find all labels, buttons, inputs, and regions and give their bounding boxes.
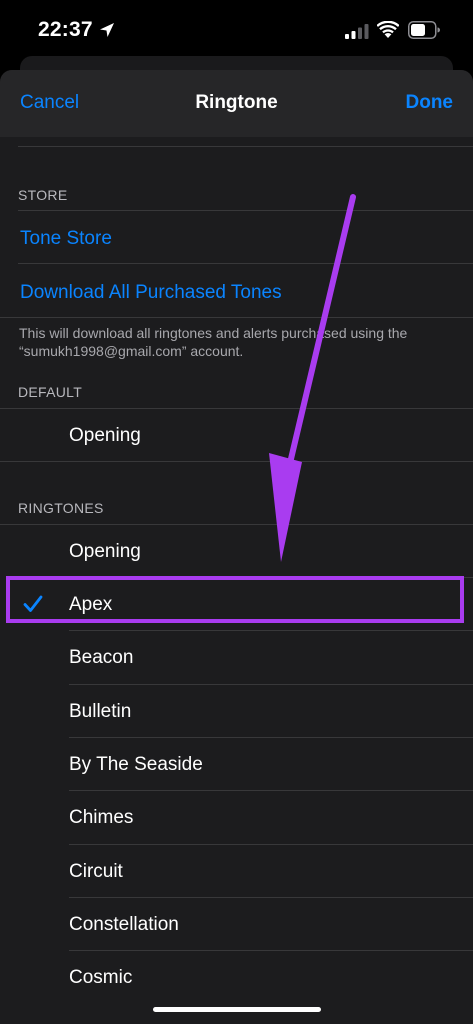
tone-label: Opening [69,541,141,562]
divider [18,146,473,147]
tone-store-link[interactable]: Tone Store [20,228,112,250]
store-footnote: This will download all ringtones and ale… [19,325,408,359]
ringtone-row-chimes[interactable]: Chimes [0,791,473,844]
tone-label: Circuit [69,861,123,882]
ringtone-row-opening[interactable]: Opening [0,525,473,578]
ringtone-row-beacon[interactable]: Beacon [0,631,473,684]
ringtone-row-constellation[interactable]: Constellation [0,898,473,951]
cancel-button[interactable]: Cancel [20,92,79,114]
ringtone-row-bulletin[interactable]: Bulletin [0,685,473,738]
home-indicator [153,1007,321,1012]
divider [18,263,473,264]
default-tone-row[interactable]: Opening [0,409,473,462]
tone-label: Chimes [69,807,134,828]
battery-icon [408,21,440,39]
divider [18,210,473,211]
tone-label: Bulletin [69,701,132,722]
download-all-purchased-tones-link[interactable]: Download All Purchased Tones [20,282,282,304]
ringtone-row-by-the-seaside[interactable]: By The Seaside [0,738,473,791]
divider [0,461,473,462]
tone-label: Apex [69,594,113,615]
ringtones-section-header: RINGTONES [18,500,104,516]
ringtone-row-circuit[interactable]: Circuit [0,845,473,898]
navigation-bar: Cancel Ringtone Done [0,70,473,137]
status-bar: 22:37 [0,0,473,62]
tone-label: Beacon [69,647,134,668]
status-time: 22:37 [38,18,93,41]
divider [0,317,473,318]
done-button[interactable]: Done [406,92,454,114]
wifi-icon [377,21,399,38]
tone-label: Constellation [69,914,179,935]
tone-label: Cosmic [69,967,133,988]
checkmark-icon [23,595,43,612]
store-section-header: STORE [18,187,68,203]
ringtone-row-cosmic[interactable]: Cosmic [0,951,473,1004]
default-section-header: DEFAULT [18,384,83,400]
ringtone-row-apex[interactable]: Apex [0,578,473,631]
tone-label: Opening [69,425,141,446]
ringtone-sheet: Cancel Ringtone Done STORE Tone Store Do… [0,70,473,1024]
tone-label: By The Seaside [69,754,203,775]
location-arrow-icon [100,23,114,37]
cellular-signal-icon [345,24,369,39]
